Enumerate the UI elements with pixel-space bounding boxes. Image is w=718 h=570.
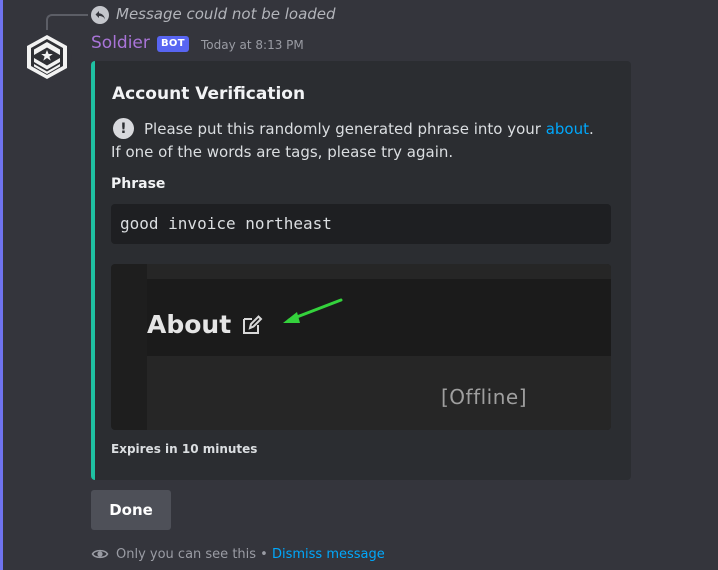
reply-arrow-icon (91, 6, 109, 24)
image-about-heading: About (147, 310, 232, 339)
mention-highlight-bar (0, 0, 3, 570)
description-period: . (588, 120, 594, 138)
done-button[interactable]: Done (91, 490, 171, 530)
embed-description-line1: Please put this randomly generated phras… (144, 120, 594, 138)
phrase-field-label: Phrase (111, 176, 166, 192)
avatar-chevron-star-icon (27, 35, 67, 79)
bot-badge: BOT (157, 36, 189, 52)
eye-icon (91, 549, 109, 559)
about-screenshot-image[interactable]: About [Offline] (111, 264, 611, 430)
ephemeral-notice: Only you can see this • Dismiss message (116, 547, 385, 562)
message-timestamp[interactable]: Today at 8:13 PM (201, 38, 304, 52)
image-top-strip (147, 264, 611, 279)
image-offline-status: [Offline] (441, 385, 528, 409)
dismiss-message-link[interactable]: Dismiss message (272, 547, 385, 562)
ephemeral-text: Only you can see this (116, 547, 257, 562)
image-lower-panel (147, 356, 611, 430)
reply-preview-text[interactable]: Message could not be loaded (116, 5, 336, 23)
info-exclamation-icon: ! (113, 118, 134, 139)
reply-spine (46, 14, 88, 30)
bot-avatar[interactable] (22, 32, 72, 82)
author-name[interactable]: Soldier (91, 33, 150, 53)
green-arrow-icon (283, 298, 343, 323)
about-link[interactable]: about (546, 120, 589, 138)
embed-description-line2: If one of the words are tags, please try… (111, 143, 454, 161)
ephemeral-separator: • (256, 547, 272, 562)
embed-footer: Expires in 10 minutes (111, 442, 258, 456)
verification-embed: Account Verification ! Please put this r… (91, 61, 631, 480)
pencil-edit-icon (243, 315, 263, 334)
description-text: Please put this randomly generated phras… (144, 120, 546, 138)
embed-title: Account Verification (112, 84, 306, 104)
phrase-codeblock[interactable]: good invoice northeast (111, 204, 611, 244)
